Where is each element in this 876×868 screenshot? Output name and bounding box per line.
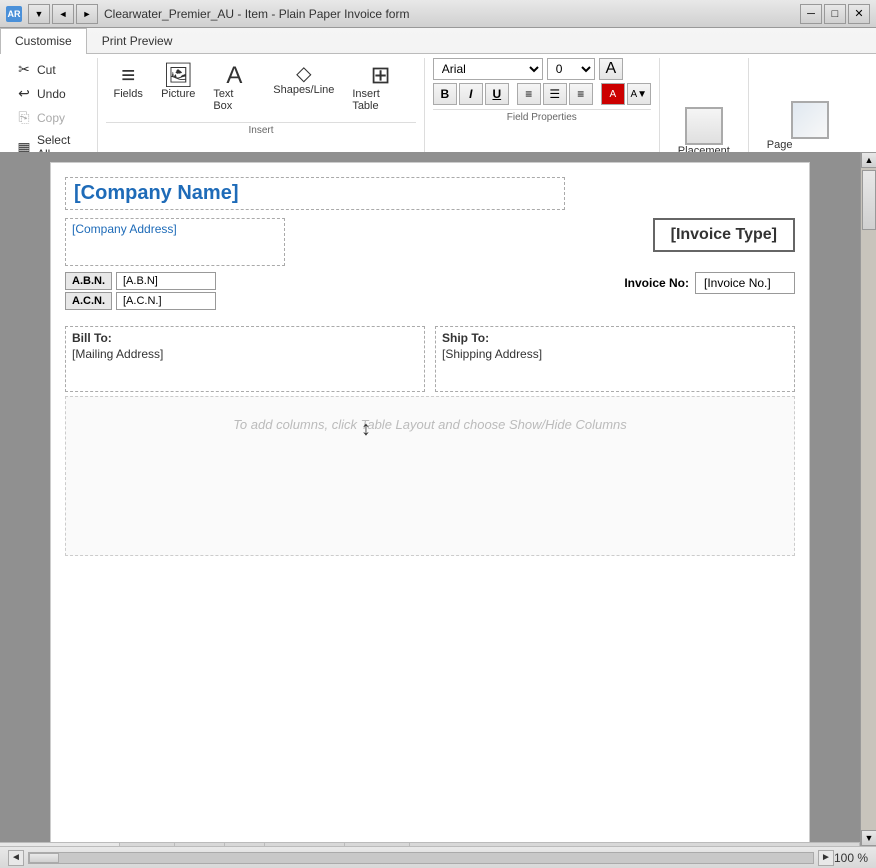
align-left-button[interactable]: ≡ bbox=[517, 83, 541, 105]
close-button[interactable]: ✕ bbox=[848, 4, 870, 24]
zoom-level: 100 % bbox=[834, 851, 868, 865]
format-row: B I U ≡ ☰ ≡ A A▼ bbox=[433, 83, 651, 105]
scroll-track[interactable] bbox=[28, 852, 814, 864]
insert-label: Insert bbox=[106, 122, 416, 136]
acn-row: A.C.N. [A.C.N.] bbox=[65, 292, 216, 310]
minimize-button[interactable]: ─ bbox=[800, 4, 822, 24]
vertical-scrollbar[interactable]: ▲ ▼ bbox=[860, 152, 876, 846]
font-size-select[interactable]: 0 bbox=[547, 58, 595, 80]
fields-button[interactable]: ≡ Fields bbox=[106, 60, 150, 104]
bill-to-label: Bill To: bbox=[72, 331, 418, 345]
copy-icon: ⎘ bbox=[15, 109, 33, 126]
scroll-thumb[interactable] bbox=[29, 853, 59, 863]
color-button-1[interactable]: A bbox=[601, 83, 625, 105]
font-select[interactable]: Arial bbox=[433, 58, 543, 80]
cut-icon: ✂ bbox=[15, 61, 33, 78]
invoice-no-label: Invoice No: bbox=[618, 273, 695, 293]
title-bar: AR ▼ ◄ ► Clearwater_Premier_AU - Item - … bbox=[0, 0, 876, 28]
page-background-icon bbox=[791, 101, 829, 139]
cut-button[interactable]: ✂ Cut bbox=[10, 58, 91, 81]
picture-button[interactable]: 🖼 Picture bbox=[154, 60, 202, 104]
acn-label: A.C.N. bbox=[65, 292, 112, 310]
nav-forward[interactable]: ► bbox=[76, 4, 98, 24]
company-address-field[interactable]: [Company Address] bbox=[65, 218, 285, 266]
window-title: Clearwater_Premier_AU - Item - Plain Pap… bbox=[104, 7, 409, 21]
invoice-no-row: Invoice No: [Invoice No.] bbox=[618, 272, 795, 294]
field-properties-label: Field Properties bbox=[433, 109, 651, 123]
underline-button[interactable]: U bbox=[485, 83, 509, 105]
invoice-no-value[interactable]: [Invoice No.] bbox=[695, 272, 795, 294]
align-right-button[interactable]: ≡ bbox=[569, 83, 593, 105]
scrollbar-down-button[interactable]: ▼ bbox=[861, 830, 876, 846]
fields-icon: ≡ bbox=[121, 64, 135, 88]
abn-label: A.B.N. bbox=[65, 272, 112, 290]
company-name-field[interactable]: [Company Name] bbox=[65, 177, 565, 210]
scrollbar-up-button[interactable]: ▲ bbox=[861, 152, 876, 168]
header-row: [Company Address] [Invoice Type] bbox=[65, 218, 795, 266]
mailing-address[interactable]: [Mailing Address] bbox=[72, 347, 418, 387]
status-bar: ◄ ► 100 % bbox=[0, 846, 876, 868]
scrollbar-thumb[interactable] bbox=[862, 170, 876, 230]
invoice-type-field[interactable]: [Invoice Type] bbox=[653, 218, 795, 252]
main-area: ▲ ▼ [Company Name] [Company Address] [In… bbox=[0, 152, 876, 846]
app-icon: AR bbox=[6, 6, 22, 22]
ship-to-label: Ship To: bbox=[442, 331, 788, 345]
header-left: [Company Address] bbox=[65, 218, 653, 266]
insert-table-button[interactable]: ⊞ Insert Table bbox=[345, 60, 415, 116]
tab-print-preview[interactable]: Print Preview bbox=[87, 28, 188, 53]
font-special-button[interactable]: A bbox=[599, 58, 623, 80]
placement-icon bbox=[685, 107, 723, 145]
table-hint: To add columns, click Table Layout and c… bbox=[66, 397, 794, 452]
font-row: Arial 0 A bbox=[433, 58, 651, 80]
scroll-left-button[interactable]: ◄ bbox=[8, 850, 24, 866]
maximize-button[interactable]: □ bbox=[824, 4, 846, 24]
abn-acn-section: A.B.N. [A.B.N] A.C.N. [A.C.N.] bbox=[65, 272, 216, 312]
document-wrapper: [Company Name] [Company Address] [Invoic… bbox=[0, 152, 860, 846]
bill-to-block: Bill To: [Mailing Address] bbox=[65, 326, 425, 392]
address-section: Bill To: [Mailing Address] Ship To: [Shi… bbox=[65, 326, 795, 392]
shapes-line-icon: ◇ bbox=[296, 64, 311, 84]
acn-value[interactable]: [A.C.N.] bbox=[116, 292, 216, 310]
text-box-button[interactable]: A Text Box bbox=[206, 60, 262, 116]
bold-button[interactable]: B bbox=[433, 83, 457, 105]
scrollbar-track[interactable] bbox=[861, 168, 876, 830]
ship-to-block: Ship To: [Shipping Address] bbox=[435, 326, 795, 392]
italic-button[interactable]: I bbox=[459, 83, 483, 105]
abn-invoice-row: A.B.N. [A.B.N] A.C.N. [A.C.N.] Invoice N… bbox=[65, 272, 795, 318]
nav-back[interactable]: ◄ bbox=[52, 4, 74, 24]
insert-table-icon: ⊞ bbox=[370, 64, 390, 88]
tab-customise[interactable]: Customise bbox=[0, 28, 87, 54]
shipping-address[interactable]: [Shipping Address] bbox=[442, 347, 788, 387]
abn-value[interactable]: [A.B.N] bbox=[116, 272, 216, 290]
document: [Company Name] [Company Address] [Invoic… bbox=[50, 162, 810, 846]
system-menu[interactable]: ▼ bbox=[28, 4, 50, 24]
scroll-right-button[interactable]: ► bbox=[818, 850, 834, 866]
align-center-button[interactable]: ☰ bbox=[543, 83, 567, 105]
color-button-2[interactable]: A▼ bbox=[627, 83, 651, 105]
text-box-icon: A bbox=[226, 64, 242, 88]
company-name-row: [Company Name] bbox=[65, 177, 795, 214]
ribbon-tabs: Customise Print Preview bbox=[0, 28, 876, 53]
undo-icon: ↩ bbox=[15, 85, 33, 102]
undo-button[interactable]: ↩ Undo bbox=[10, 82, 91, 105]
columns-area: To add columns, click Table Layout and c… bbox=[65, 396, 795, 556]
insert-buttons: ≡ Fields 🖼 Picture A Text Box ◇ Shapes/L… bbox=[106, 58, 416, 118]
shapes-line-button[interactable]: ◇ Shapes/Line bbox=[266, 60, 341, 100]
copy-button[interactable]: ⎘ Copy bbox=[10, 106, 91, 129]
picture-icon: 🖼 bbox=[163, 64, 193, 88]
abn-row: A.B.N. [A.B.N] bbox=[65, 272, 216, 290]
